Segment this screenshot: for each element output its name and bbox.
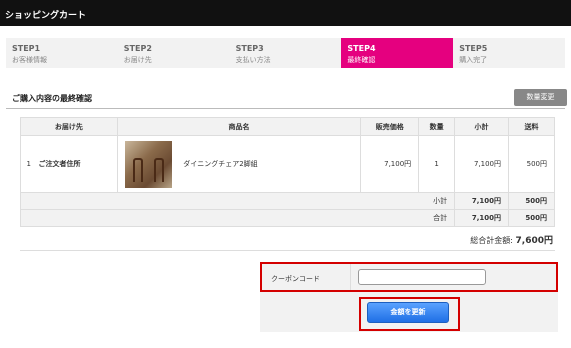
page-title: ショッピングカート (5, 11, 87, 21)
step-label: STEP2 (123, 44, 152, 53)
change-quantity-button[interactable]: 数量変更 (514, 89, 567, 106)
step-1: STEP1 お客様情報 (6, 38, 118, 68)
divider (20, 250, 555, 251)
grand-total-value: 7,600円 (515, 236, 553, 246)
step-label: STEP3 (235, 44, 264, 53)
title-bar: ショッピングカート (0, 0, 571, 26)
subtotal-amount: 7,100円 (454, 192, 509, 210)
qty-cell: 1 (418, 135, 456, 193)
chair-shape (153, 157, 164, 182)
coupon-row: クーポンコード (260, 262, 558, 292)
coupon-label: クーポンコード (271, 275, 320, 283)
step-label: STEP4 (347, 44, 376, 53)
divider (6, 108, 565, 109)
subtotal-shipping: 500円 (508, 192, 555, 210)
table-row: 1 ご注文者住所 ダイニングチェア2脚組 7,100円 1 7,100円 500… (20, 135, 555, 193)
grand-total-label: 総合計金額: (470, 236, 513, 245)
step-label: STEP1 (12, 44, 41, 53)
shipping-cell: 500円 (508, 135, 555, 193)
subtotal-cell: 7,100円 (454, 135, 509, 193)
col-qty: 数量 (418, 117, 456, 136)
step-sub: 支払い方法 (235, 56, 271, 64)
order-table: お届け先 商品名 販売価格 数量 小計 送料 1 ご注文者住所 ダイニングチェア… (19, 117, 555, 227)
step-5: STEP5 購入完了 (453, 38, 565, 68)
divider (350, 264, 351, 290)
table-header: お届け先 商品名 販売価格 数量 小計 送料 (20, 117, 555, 136)
step-sub: お客様情報 (12, 56, 47, 64)
coupon-code-input[interactable] (358, 269, 486, 285)
total-amount: 7,100円 (454, 209, 509, 227)
step-label: STEP5 (459, 44, 488, 53)
subtotal-row: 小計 7,100円 500円 (19, 192, 555, 210)
subtotal-label: 小計 (19, 192, 456, 210)
col-destination: お届け先 (20, 117, 118, 136)
step-sub: お届け先 (123, 56, 152, 64)
step-3: STEP3 支払い方法 (229, 38, 342, 68)
grand-total: 総合計金額: 7,600円 (470, 233, 553, 246)
section-title: ご購入内容の最終確認 (12, 94, 92, 103)
chair-shape (132, 157, 143, 182)
product-name: ダイニングチェア2脚組 (179, 135, 362, 193)
col-product: 商品名 (116, 117, 362, 136)
step-sub: 購入完了 (459, 56, 488, 64)
col-shipping: 送料 (508, 117, 555, 136)
step-2: STEP2 お届け先 (117, 38, 230, 68)
col-price: 販売価格 (360, 117, 420, 136)
product-image[interactable] (124, 140, 172, 188)
total-label: 合計 (19, 209, 456, 227)
step-sub: 最終確認 (347, 56, 376, 64)
product-image-cell (116, 135, 180, 193)
row-index: 1 (20, 135, 37, 193)
price-cell: 7,100円 (360, 135, 420, 193)
destination-cell: ご注文者住所 (36, 135, 118, 193)
step-4: STEP4 最終確認 (341, 38, 454, 68)
checkout-steps: STEP1 お客様情報 STEP2 お届け先 STEP3 支払い方法 STEP4… (6, 38, 565, 68)
total-shipping: 500円 (508, 209, 555, 227)
update-total-button[interactable]: 金額を更新 (367, 302, 449, 323)
total-row: 合計 7,100円 500円 (19, 209, 555, 227)
col-subtotal: 小計 (454, 117, 509, 136)
